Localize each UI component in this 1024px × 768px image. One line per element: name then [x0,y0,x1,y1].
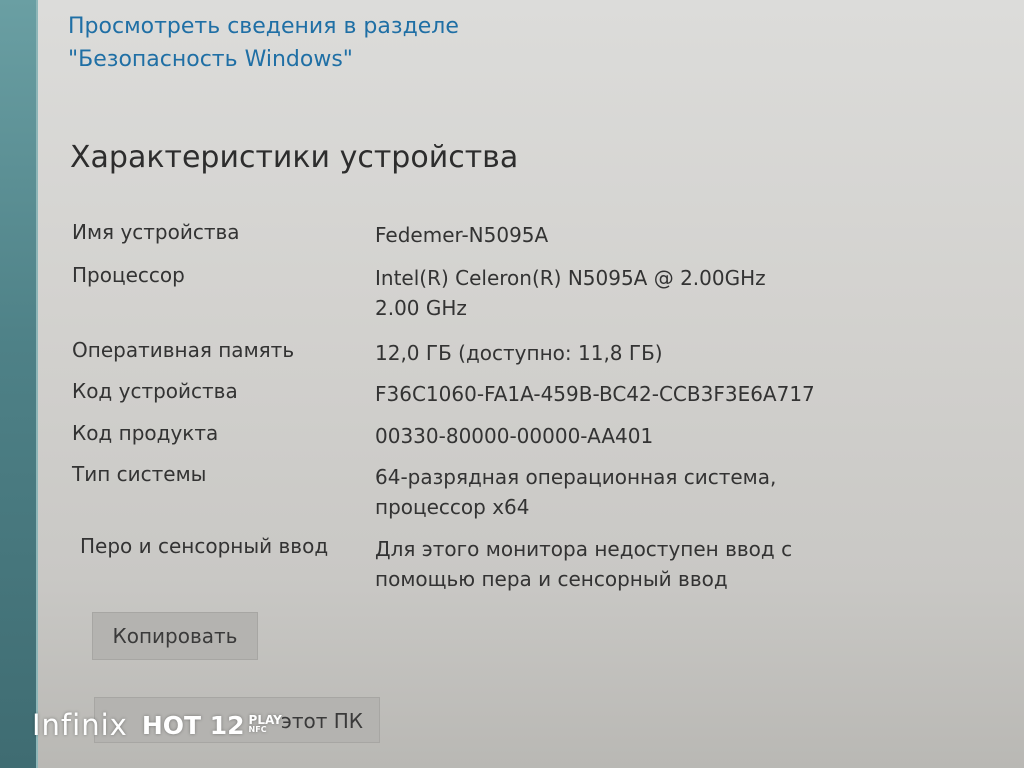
rename-pc-label: этот ПК [280,709,363,733]
about-panel: Просмотреть сведения в разделе "Безопасн… [36,0,1024,768]
spec-value: F36C1060-FA1A-459B-BC42-CCB3F3E6A717 [375,382,815,406]
spec-value: Fedemer-N5095A [375,223,549,247]
watermark-play: PLAY [248,713,282,727]
spec-value: 12,0 ГБ (доступно: 11,8 ГБ) [375,341,663,365]
security-windows-link[interactable]: Просмотреть сведения в разделе "Безопасн… [68,10,628,76]
watermark-badge: PLAY NFC [248,713,282,735]
spec-value: 64-разрядная операционная система, проце… [375,465,777,519]
spec-label: Оперативная память [72,338,295,362]
spec-label: Код продукта [72,421,219,445]
spec-label: Перо и сенсорный ввод [80,534,329,558]
spec-value: Intel(R) Celeron(R) N5095A @ 2.00GHz 2.0… [375,266,766,320]
watermark-model: HOT 12 [141,710,245,740]
spec-row-pen-touch: Перо и сенсорный ввод Для этого монитора… [72,532,832,591]
spec-label: Тип системы [72,462,207,486]
spec-label: Процессор [72,263,185,287]
device-specs-title: Характеристики устройства [70,140,519,175]
spec-row-system-type: Тип системы 64-разрядная операционная си… [72,460,832,519]
spec-row-processor: Процессор Intel(R) Celeron(R) N5095A @ 2… [72,261,832,320]
navigation-pane-edge [0,0,38,768]
spec-value: Для этого монитора недоступен ввод с пом… [375,537,793,591]
spec-label: Код устройства [72,379,238,403]
copy-button[interactable]: Копировать [92,612,258,660]
watermark-brand: Infinix [32,708,128,742]
spec-label: Имя устройства [72,220,240,244]
camera-watermark: Infinix HOT 12 PLAY NFC [32,708,282,742]
spec-value: 00330-80000-00000-AA401 [375,424,654,448]
